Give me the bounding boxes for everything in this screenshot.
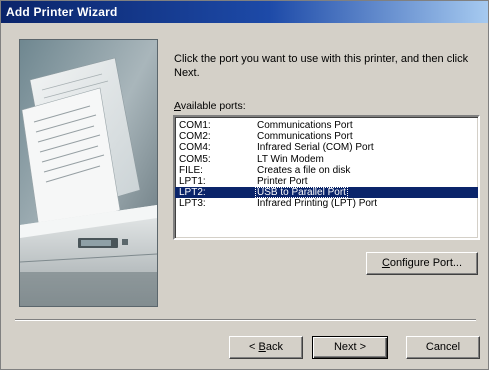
port-name: FILE: [179, 164, 203, 176]
window-title: Add Printer Wizard [1, 1, 488, 23]
port-row-com4[interactable]: COM4: Infrared Serial (COM) Port [175, 142, 478, 153]
configure-accel: C [381, 257, 390, 269]
port-row-com5[interactable]: COM5: LT Win Modem [175, 154, 478, 165]
port-name: COM5: [179, 153, 211, 165]
port-description: Printer Port [257, 175, 308, 187]
port-description: USB to Parallel Port [255, 187, 348, 199]
port-row-lpt3[interactable]: LPT3: Infrared Printing (LPT) Port [175, 198, 478, 209]
port-name: LPT1: [179, 175, 206, 187]
port-row-lpt1[interactable]: LPT1: Printer Port [175, 176, 478, 187]
next-button[interactable]: Next > [312, 336, 388, 359]
back-prefix: < [249, 341, 259, 353]
port-name: LPT3: [179, 198, 206, 210]
port-description: Communications Port [257, 120, 353, 131]
port-name: COM1: [179, 120, 211, 131]
port-row-com2[interactable]: COM2: Communications Port [175, 131, 478, 142]
printer-illustration [19, 39, 158, 307]
available-ports-label-rest: vailable ports: [180, 100, 246, 112]
port-description: Infrared Serial (COM) Port [257, 142, 374, 154]
back-label-rest: ack [265, 341, 283, 353]
port-name: COM4: [179, 142, 211, 154]
cancel-button[interactable]: Cancel [406, 336, 480, 359]
back-accel: B [258, 341, 266, 353]
available-ports-label: Available ports: [174, 100, 246, 112]
printer-paper-icon [20, 40, 157, 306]
port-row-file[interactable]: FILE: Creates a file on disk [175, 165, 478, 176]
available-ports-accel: A [174, 100, 181, 112]
port-description: Communications Port [257, 131, 353, 143]
footer-divider [15, 319, 476, 321]
port-description: LT Win Modem [257, 153, 324, 165]
port-name: COM2: [179, 131, 211, 143]
configure-label-rest: onfigure Port... [389, 257, 463, 269]
port-description: Infrared Printing (LPT) Port [257, 198, 378, 210]
port-description: Creates a file on disk [257, 164, 351, 176]
configure-port-button[interactable]: Configure Port... [366, 252, 478, 275]
add-printer-wizard-window: Add Printer Wizard Click the port you wa… [0, 0, 489, 370]
instruction-text: Click the port you want to use with this… [174, 53, 469, 79]
available-ports-list[interactable]: COM1: Communications Port COM2: Communic… [173, 115, 480, 240]
port-row-com1[interactable]: COM1: Communications Port [175, 120, 478, 131]
back-button[interactable]: < Back [229, 336, 303, 359]
port-row-lpt2[interactable]: LPT2: USB to Parallel Port [175, 187, 478, 199]
port-name: LPT2: [179, 187, 206, 199]
